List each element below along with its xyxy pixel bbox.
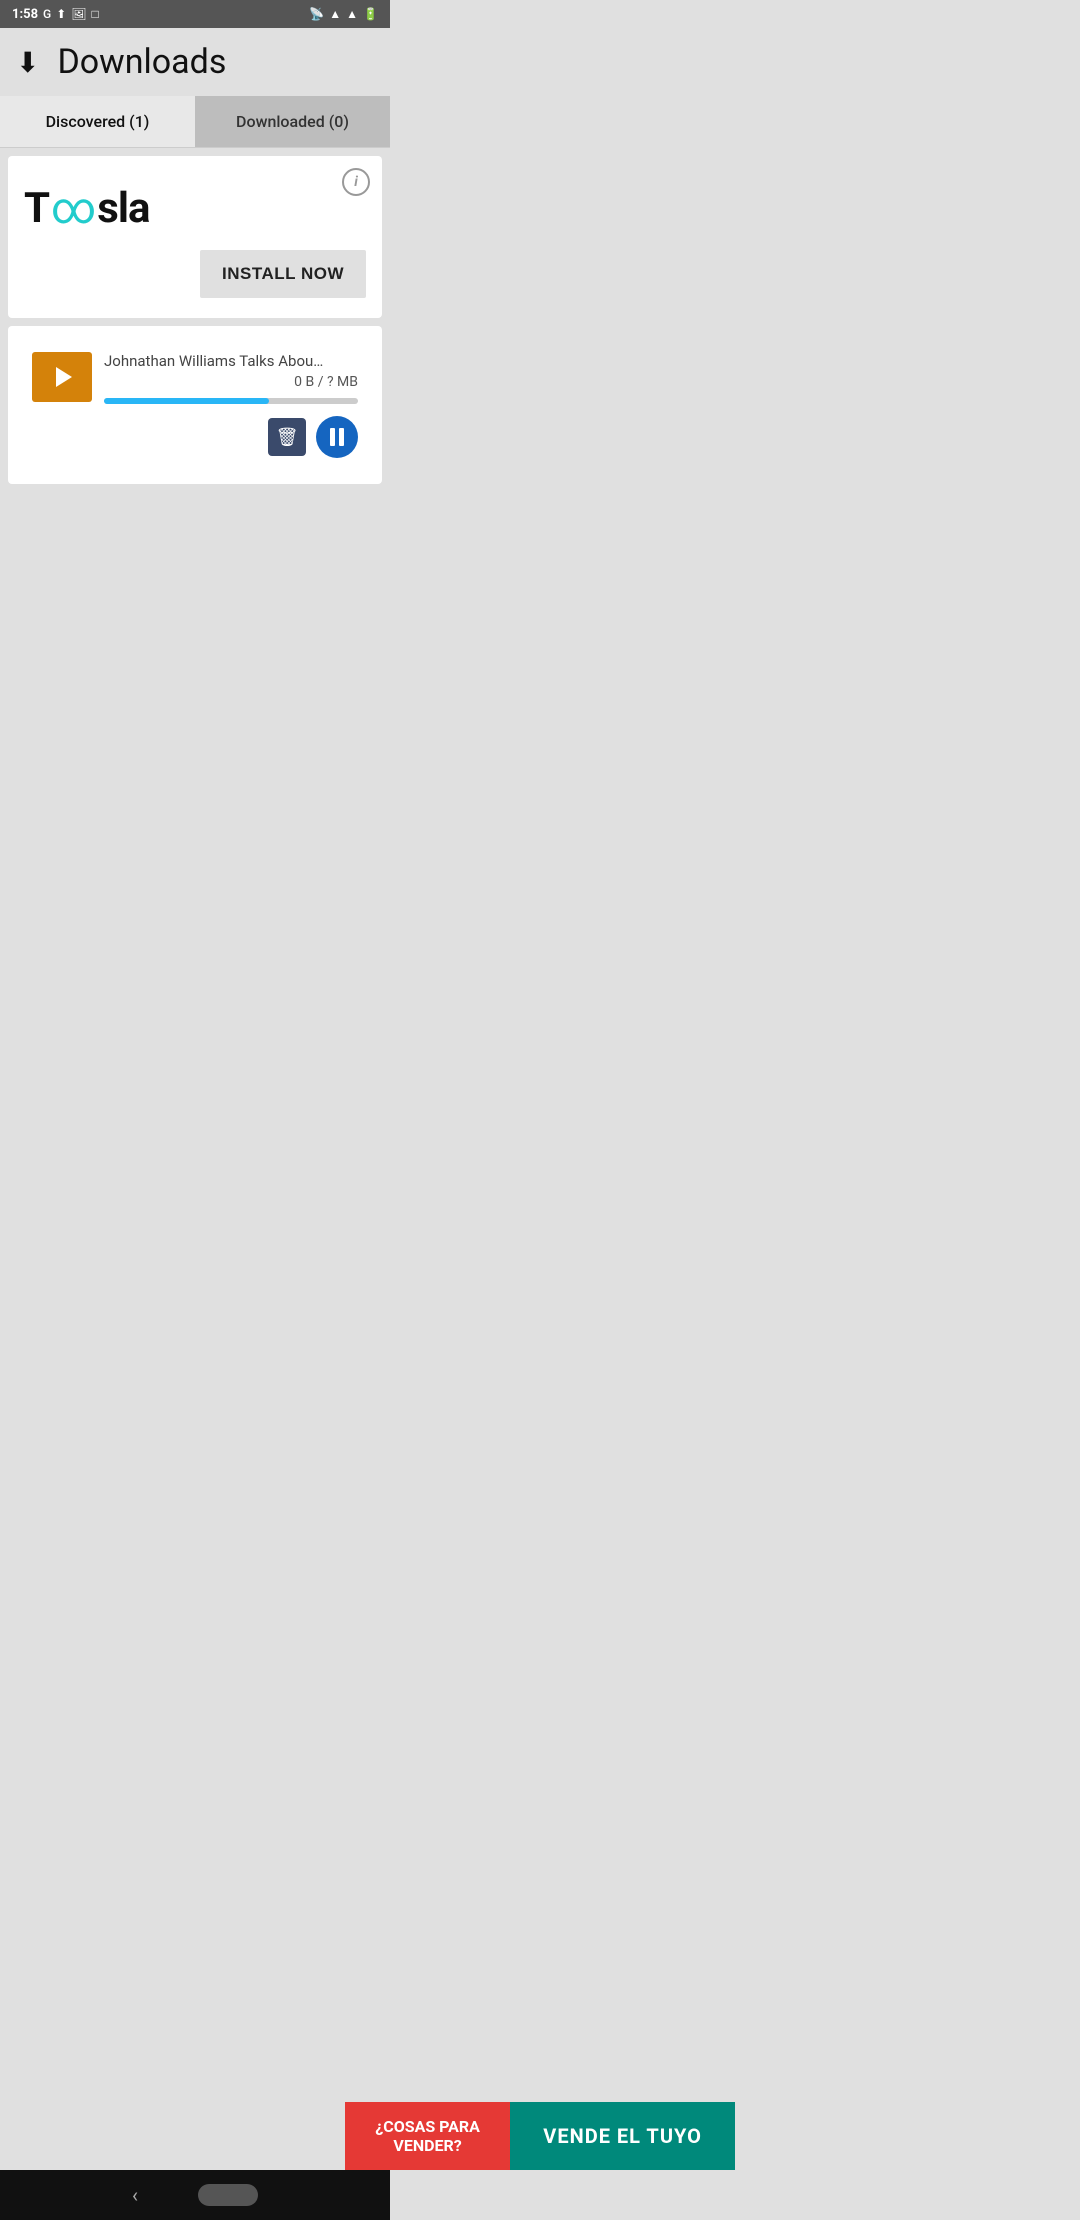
logo-infinity: ∞ bbox=[51, 182, 95, 234]
install-now-button[interactable]: INSTALL NOW bbox=[200, 250, 366, 298]
status-time: 1:58 bbox=[12, 7, 38, 22]
status-right: 📡 ▲ ▲ 🔋 bbox=[309, 7, 378, 21]
pause-bar-right bbox=[339, 428, 344, 446]
download-header-icon: ⬇ bbox=[16, 46, 39, 79]
pause-icon bbox=[330, 428, 344, 446]
status-left: 1:58 G ⬆ 🖼 □ bbox=[12, 7, 99, 22]
battery-icon: 🔋 bbox=[363, 7, 378, 21]
ad-banner[interactable]: ¿COSAS PARA VENDER? VENDE EL TUYO bbox=[345, 2102, 735, 2170]
logo-sla: sla bbox=[97, 184, 149, 233]
square-icon: □ bbox=[92, 7, 99, 21]
download-title: Johnathan Williams Talks About Playing… bbox=[104, 352, 324, 370]
download-actions: 🗑 bbox=[104, 416, 358, 458]
nav-home-button[interactable] bbox=[198, 2184, 258, 2206]
ad-right[interactable]: VENDE EL TUYO bbox=[510, 2102, 735, 2170]
trash-icon: 🗑 bbox=[276, 427, 299, 448]
toosla-logo: T∞sla bbox=[24, 182, 366, 234]
tab-downloaded[interactable]: Downloaded (0) bbox=[195, 96, 390, 147]
pause-bar-left bbox=[330, 428, 335, 446]
download-card: Johnathan Williams Talks About Playing… … bbox=[8, 326, 382, 484]
download-size: 0 B / ? MB bbox=[104, 374, 358, 390]
wifi-icon: ▲ bbox=[329, 7, 341, 21]
play-icon bbox=[56, 367, 72, 387]
nav-bar: ‹ bbox=[0, 2170, 390, 2220]
status-bar: 1:58 G ⬆ 🖼 □ 📡 ▲ ▲ 🔋 bbox=[0, 0, 390, 28]
tab-discovered[interactable]: Discovered (1) bbox=[0, 96, 195, 147]
google-icon: G bbox=[43, 7, 51, 21]
main-content-area bbox=[0, 492, 390, 992]
ad-card: i T∞sla INSTALL NOW bbox=[8, 156, 382, 318]
progress-bar-fill bbox=[104, 398, 269, 404]
delete-button[interactable]: 🗑 bbox=[268, 418, 306, 456]
signal-icon: ▲ bbox=[346, 7, 358, 21]
info-icon[interactable]: i bbox=[342, 168, 370, 196]
video-thumbnail bbox=[32, 352, 92, 402]
cast-icon: 📡 bbox=[309, 7, 324, 21]
progress-bar bbox=[104, 398, 358, 404]
photo-icon: 🖼 bbox=[71, 7, 86, 21]
nav-back-button[interactable]: ‹ bbox=[132, 2183, 138, 2207]
upload-icon: ⬆ bbox=[56, 7, 66, 21]
download-info: Johnathan Williams Talks About Playing… … bbox=[104, 352, 358, 458]
ad-left[interactable]: ¿COSAS PARA VENDER? bbox=[345, 2102, 510, 2170]
ad-right-text: VENDE EL TUYO bbox=[543, 2124, 702, 2148]
tabs-bar: Discovered (1) Downloaded (0) bbox=[0, 96, 390, 148]
page-title: Downloads bbox=[57, 42, 226, 82]
logo-t: T bbox=[24, 184, 49, 233]
header: ⬇ Downloads bbox=[0, 28, 390, 96]
ad-left-text: ¿COSAS PARA VENDER? bbox=[353, 2117, 502, 2155]
pause-button[interactable] bbox=[316, 416, 358, 458]
